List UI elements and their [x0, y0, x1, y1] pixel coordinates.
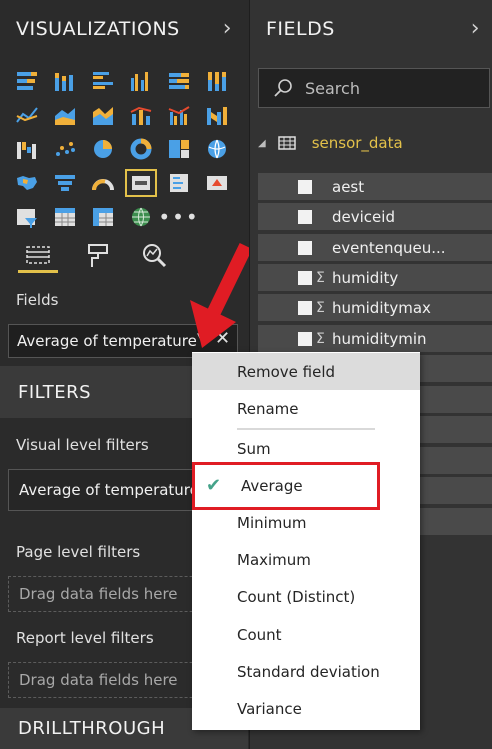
filled-map-icon[interactable]	[8, 166, 46, 200]
field-name: humiditymax	[332, 298, 431, 317]
visual-level-filters-label: Visual level filters	[16, 436, 149, 454]
line-and-stacked-column-chart-icon[interactable]	[122, 98, 160, 132]
menu-item-label: Count	[237, 625, 282, 644]
menu-item-label: Minimum	[237, 513, 307, 532]
analytics-magnifier-icon[interactable]	[134, 239, 174, 273]
field-row[interactable]: Σhumidity	[258, 264, 492, 291]
menu-variance[interactable]: Variance	[192, 690, 420, 727]
more-visuals-icon[interactable]: •••	[158, 200, 198, 234]
report-drop-placeholder: Drag data fields here	[19, 671, 178, 689]
field-row[interactable]: aest	[258, 173, 492, 200]
search-input[interactable]: Search	[258, 68, 490, 108]
globe-icon[interactable]	[122, 200, 160, 234]
field-name: aest	[332, 177, 365, 196]
visualizations-header: VISUALIZATIONS ›	[0, 0, 248, 58]
search-placeholder: Search	[305, 78, 360, 98]
clustered-bar-chart-icon[interactable]	[84, 64, 122, 98]
line-chart-icon[interactable]	[8, 98, 46, 132]
field-name: eventenqueu...	[332, 238, 446, 257]
average-highlight-box	[192, 462, 380, 510]
red-arrow-annotation	[190, 242, 253, 348]
field-name: deviceid	[332, 207, 395, 226]
menu-count[interactable]: Count	[192, 616, 420, 653]
menu-item-label: Standard deviation	[237, 662, 380, 681]
kpi-icon[interactable]	[198, 166, 236, 200]
field-checkbox[interactable]	[298, 300, 312, 315]
visualizations-title: VISUALIZATIONS	[16, 18, 180, 40]
field-checkbox[interactable]	[298, 179, 312, 194]
multi-row-card-icon[interactable]	[160, 166, 198, 200]
field-row[interactable]: eventenqueu...	[258, 234, 492, 261]
field-row[interactable]: Σhumiditymin	[258, 325, 492, 352]
menu-item-label: Count (Distinct)	[237, 587, 356, 606]
collapse-fields-chevron-icon[interactable]: ›	[471, 16, 480, 41]
table-grid-icon	[277, 136, 296, 150]
field-checkbox[interactable]	[298, 240, 312, 255]
visualization-gallery: •••	[8, 64, 240, 234]
sigma-icon: Σ	[316, 330, 325, 347]
treemap-icon[interactable]	[160, 132, 198, 166]
collapse-visualizations-chevron-icon[interactable]: ›	[223, 16, 232, 41]
table-icon[interactable]	[46, 200, 84, 234]
menu-standard-deviation[interactable]: Standard deviation	[192, 653, 420, 690]
field-context-menu: Remove field Rename Sum ✔ Average Minimu…	[192, 352, 420, 730]
expand-triangle-icon[interactable]: ◢	[258, 138, 266, 149]
card-icon[interactable]	[122, 166, 160, 200]
field-row[interactable]: deviceid	[258, 203, 492, 230]
stacked-column-chart-icon[interactable]	[46, 64, 84, 98]
fields-header: FIELDS ›	[250, 0, 492, 58]
visual-filter-text: Average of temperature	[19, 481, 199, 499]
100-stacked-column-chart-icon[interactable]	[198, 64, 236, 98]
menu-item-label: Sum	[237, 439, 271, 458]
menu-item-label: Maximum	[237, 550, 311, 569]
stacked-area-chart-icon[interactable]	[84, 98, 122, 132]
map-icon[interactable]	[198, 132, 236, 166]
100-stacked-bar-chart-icon[interactable]	[160, 64, 198, 98]
menu-item-label: Variance	[237, 699, 302, 718]
field-checkbox[interactable]	[298, 270, 312, 285]
field-name: humiditymin	[332, 329, 427, 348]
gauge-icon[interactable]	[84, 166, 122, 200]
sigma-icon: Σ	[316, 299, 325, 316]
menu-item-label: Rename	[237, 399, 299, 418]
page-drop-placeholder: Drag data fields here	[19, 585, 178, 603]
fields-title: FIELDS	[266, 18, 335, 40]
menu-remove-field[interactable]: Remove field	[192, 353, 420, 390]
page-level-filters-label: Page level filters	[16, 543, 141, 561]
donut-chart-icon[interactable]	[122, 132, 160, 166]
field-name: humidity	[332, 268, 399, 287]
report-level-filters-label: Report level filters	[16, 629, 154, 647]
search-icon	[274, 79, 292, 97]
field-checkbox[interactable]	[298, 331, 312, 346]
fields-label: Fields	[16, 291, 59, 309]
funnel-icon[interactable]	[46, 166, 84, 200]
pie-chart-icon[interactable]	[84, 132, 122, 166]
slicer-icon[interactable]	[8, 200, 46, 234]
menu-count-distinct[interactable]: Count (Distinct)	[192, 578, 420, 615]
line-and-clustered-column-chart-icon[interactable]	[160, 98, 198, 132]
matrix-icon[interactable]	[84, 200, 122, 234]
fields-tab-icon[interactable]	[18, 239, 58, 273]
format-paint-roller-icon[interactable]	[78, 239, 118, 273]
area-chart-icon[interactable]	[46, 98, 84, 132]
scatter-chart-icon[interactable]	[46, 132, 84, 166]
menu-item-label: Remove field	[237, 362, 336, 381]
sigma-icon: Σ	[316, 269, 325, 286]
ribbon-chart-icon[interactable]	[198, 98, 236, 132]
stacked-bar-chart-icon[interactable]	[8, 64, 46, 98]
table-node-sensor-data[interactable]: ◢ sensor_data	[258, 134, 403, 152]
menu-maximum[interactable]: Maximum	[192, 541, 420, 578]
field-well-text: Average of temperature	[17, 332, 197, 350]
waterfall-chart-icon[interactable]	[8, 132, 46, 166]
field-checkbox[interactable]	[298, 209, 312, 224]
clustered-column-chart-icon[interactable]	[122, 64, 160, 98]
table-name: sensor_data	[311, 134, 403, 152]
field-row[interactable]: Σhumiditymax	[258, 294, 492, 321]
menu-rename[interactable]: Rename	[192, 390, 420, 427]
